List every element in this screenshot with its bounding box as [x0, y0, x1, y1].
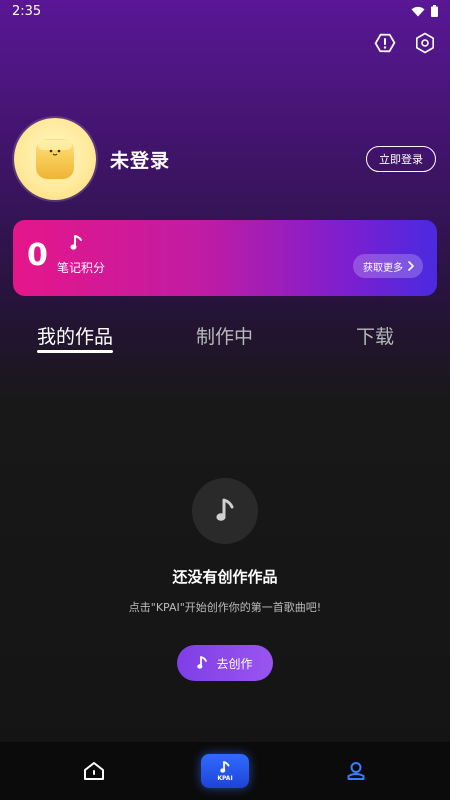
top-actions: [372, 30, 438, 56]
points-card: 0 笔记积分 获取更多: [13, 220, 437, 296]
nav-home[interactable]: [70, 742, 118, 800]
music-note-icon: [220, 760, 230, 773]
chevron-right-icon: [408, 261, 414, 271]
kpai-label: KPAI: [217, 774, 233, 782]
create-button-label: 去创作: [216, 656, 253, 671]
kpai-create-button: KPAI: [201, 754, 249, 788]
username: 未登录: [110, 149, 171, 172]
nav-kpai[interactable]: KPAI: [201, 742, 249, 800]
tab-my-works[interactable]: 我的作品: [37, 322, 113, 349]
status-bar: 2:35: [0, 0, 450, 22]
wifi-icon: [411, 6, 425, 16]
nav-profile[interactable]: [332, 742, 380, 800]
battery-icon: [431, 5, 438, 17]
get-more-button[interactable]: 获取更多: [353, 254, 423, 278]
alert-icon[interactable]: [372, 30, 398, 56]
tab-downloads[interactable]: 下载: [356, 322, 394, 349]
empty-state: 还没有创作作品 点击"KPAI"开始创作你的第一首歌曲吧! 去创作: [0, 478, 450, 681]
login-button[interactable]: 立即登录: [366, 146, 436, 172]
tab-in-progress[interactable]: 制作中: [196, 322, 253, 349]
empty-music-icon: [192, 478, 258, 544]
empty-title: 还没有创作作品: [172, 568, 278, 586]
profile-icon: [347, 762, 365, 780]
works-tabs: 我的作品 制作中 下载: [0, 318, 450, 358]
music-note-icon: [197, 656, 208, 669]
avatar[interactable]: [14, 118, 96, 200]
active-tab-indicator: [37, 350, 113, 353]
status-icons: [411, 5, 438, 17]
status-time: 2:35: [12, 3, 42, 19]
points-label: 笔记积分: [57, 261, 106, 275]
bottom-nav: KPAI: [0, 742, 450, 800]
home-icon: [84, 762, 104, 780]
avatar-character-icon: [36, 139, 74, 179]
profile-section: 未登录 立即登录: [14, 118, 436, 200]
empty-description: 点击"KPAI"开始创作你的第一首歌曲吧!: [128, 601, 322, 614]
create-button[interactable]: 去创作: [177, 645, 273, 681]
music-note-icon: [70, 234, 84, 256]
settings-icon[interactable]: [412, 30, 438, 56]
points-value: 0: [27, 238, 48, 273]
get-more-label: 获取更多: [363, 262, 403, 274]
